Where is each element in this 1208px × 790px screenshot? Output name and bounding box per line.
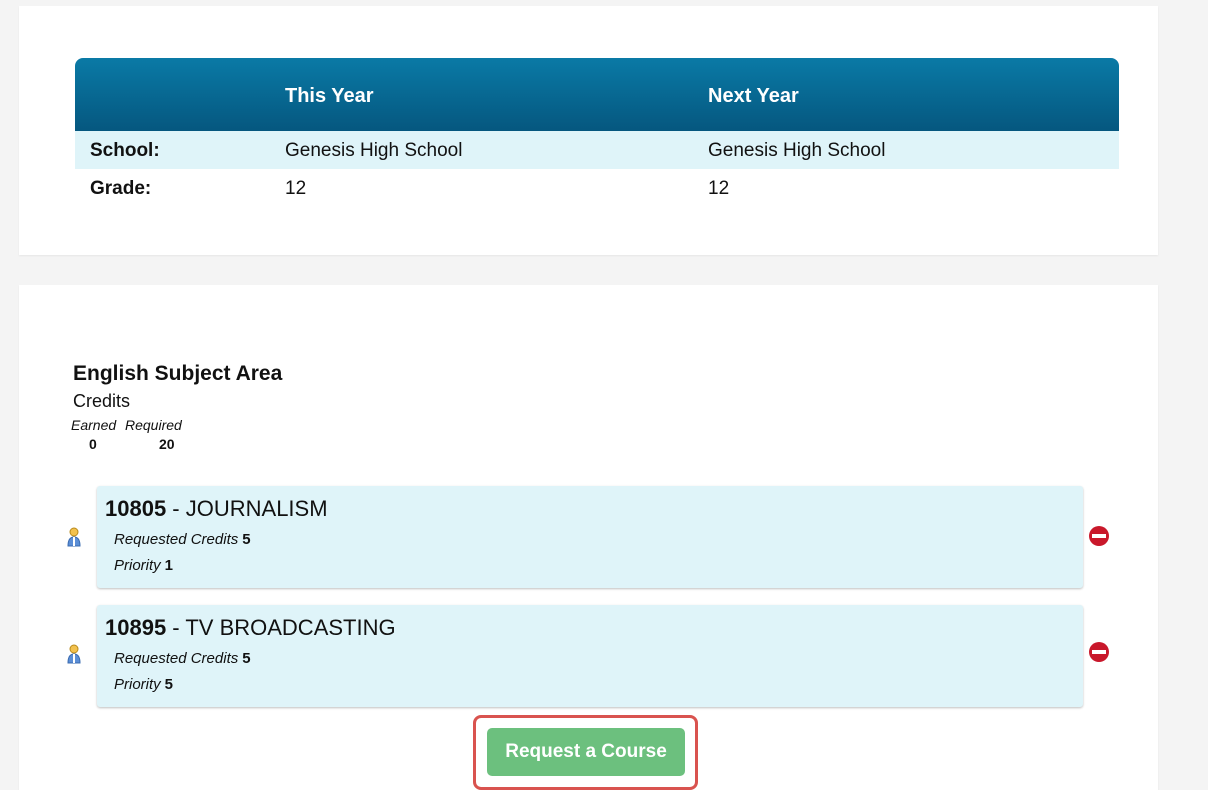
subject-area-card: English Subject Area Credits Earned Requ… bbox=[19, 285, 1158, 790]
course-item[interactable]: 10895 - TV BROADCASTING Requested Credit… bbox=[97, 605, 1083, 707]
course-credits-label: Requested Credits bbox=[114, 531, 239, 548]
course-separator: - bbox=[166, 615, 186, 640]
remove-icon[interactable] bbox=[1088, 525, 1110, 547]
earned-label: Earned bbox=[71, 417, 117, 433]
remove-icon[interactable] bbox=[1088, 641, 1110, 663]
course-separator: - bbox=[166, 496, 186, 521]
person-icon bbox=[67, 527, 81, 547]
course-code: 10805 bbox=[105, 496, 167, 521]
info-row-grade: Grade: 12 12 bbox=[75, 169, 1119, 207]
info-row-school: School: Genesis High School Genesis High… bbox=[75, 131, 1119, 169]
school-next-year: Genesis High School bbox=[708, 140, 886, 161]
course-name: TV BROADCASTING bbox=[185, 615, 396, 640]
course-credits-line: Requested Credits 5 bbox=[114, 650, 251, 667]
course-heading: 10895 - TV BROADCASTING bbox=[105, 615, 396, 641]
course-priority-value: 5 bbox=[164, 676, 174, 693]
course-credits-value: 5 bbox=[242, 531, 251, 548]
credits-title: Credits bbox=[73, 391, 131, 411]
course-credits-label: Requested Credits bbox=[114, 650, 239, 667]
course-code: 10895 bbox=[105, 615, 167, 640]
course-priority-line: Priority 5 bbox=[114, 676, 173, 693]
course-priority-value: 1 bbox=[164, 557, 174, 574]
student-info-table: This Year Next Year School: Genesis High… bbox=[75, 58, 1119, 207]
required-value: 20 bbox=[159, 436, 175, 452]
course-item[interactable]: 10805 - JOURNALISM Requested Credits 5 Pr… bbox=[97, 486, 1083, 588]
subject-title: English Subject Area bbox=[73, 362, 283, 385]
course-name: JOURNALISM bbox=[185, 496, 328, 521]
required-label: Required bbox=[125, 417, 182, 433]
grade-label: Grade: bbox=[90, 178, 152, 199]
school-label: School: bbox=[90, 140, 160, 161]
student-info-card: This Year Next Year School: Genesis High… bbox=[19, 6, 1158, 255]
course-credits-value: 5 bbox=[242, 650, 251, 667]
grade-next-year: 12 bbox=[708, 178, 730, 199]
course-priority-label: Priority bbox=[114, 676, 161, 693]
course-priority-line: Priority 1 bbox=[114, 557, 173, 574]
course-credits-line: Requested Credits 5 bbox=[114, 531, 251, 548]
header-this-year: This Year bbox=[285, 85, 374, 107]
person-icon bbox=[67, 644, 81, 664]
info-table-header: This Year Next Year bbox=[75, 58, 1119, 131]
request-course-button[interactable]: Request a Course bbox=[487, 728, 685, 776]
grade-this-year: 12 bbox=[285, 178, 307, 199]
course-priority-label: Priority bbox=[114, 557, 161, 574]
school-this-year: Genesis High School bbox=[285, 140, 463, 161]
header-next-year: Next Year bbox=[708, 85, 799, 107]
course-heading: 10805 - JOURNALISM bbox=[105, 496, 328, 522]
earned-value: 0 bbox=[89, 436, 97, 452]
